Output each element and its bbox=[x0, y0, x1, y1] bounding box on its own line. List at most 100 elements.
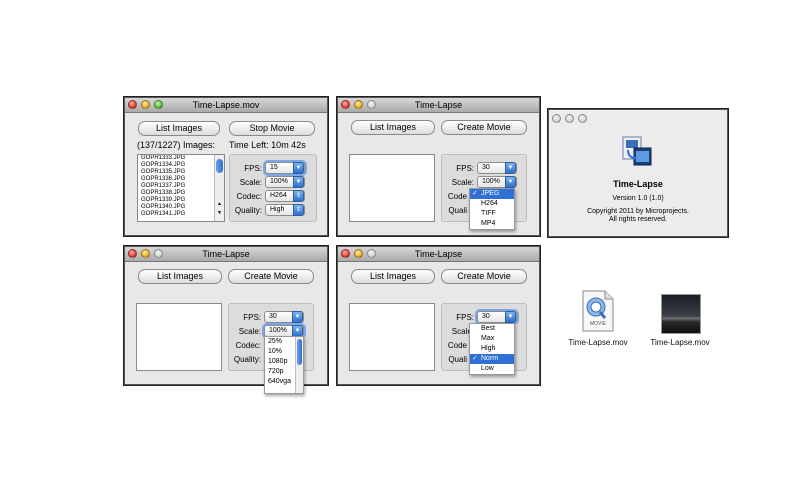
zoom-button[interactable] bbox=[367, 100, 376, 109]
list-images-button[interactable]: List Images bbox=[351, 120, 435, 135]
dropdown-arrow-icon: ▼ bbox=[292, 311, 303, 323]
create-movie-button[interactable]: Create Movie bbox=[441, 120, 527, 135]
stepper-arrows-icon: ⇕ bbox=[293, 204, 304, 216]
window-titlebar[interactable]: Time-Lapse bbox=[338, 98, 539, 113]
list-item[interactable]: GOPR1337.JPG bbox=[138, 183, 224, 190]
menu-item[interactable]: TIFF bbox=[470, 209, 514, 219]
movie-thumbnail-label[interactable]: Time-Lapse.mov bbox=[643, 338, 717, 347]
menu-item[interactable]: Best bbox=[470, 324, 514, 334]
list-item[interactable]: GOPR1340.JPG bbox=[138, 204, 224, 211]
minimize-button[interactable] bbox=[565, 114, 574, 123]
menu-item[interactable]: 640vga bbox=[265, 377, 303, 387]
scrollbar-thumb[interactable] bbox=[216, 159, 223, 173]
create-movie-button[interactable]: Create Movie bbox=[441, 269, 527, 284]
images-count-label: (137/1227) Images: bbox=[137, 140, 216, 150]
dropdown-arrow-icon: ▼ bbox=[505, 311, 516, 323]
stop-movie-button[interactable]: Stop Movie bbox=[229, 121, 315, 136]
movie-file-label[interactable]: Time-Lapse.mov bbox=[561, 338, 635, 347]
scale-dropdown-menu[interactable]: 25% 10% 1080p 720p 640vga bbox=[264, 336, 304, 394]
list-item[interactable]: GOPR1334.JPG bbox=[138, 162, 224, 169]
menu-item[interactable]: ✓ Norm bbox=[470, 354, 514, 364]
menu-item[interactable]: Max bbox=[470, 334, 514, 344]
minimize-button[interactable] bbox=[141, 100, 150, 109]
menu-item[interactable]: 720p bbox=[265, 367, 303, 377]
close-button[interactable] bbox=[128, 249, 137, 258]
menu-item[interactable]: 10% bbox=[265, 347, 303, 357]
scale-value: 100% bbox=[270, 178, 288, 185]
codec-label: Code bbox=[447, 341, 467, 350]
create-movie-button[interactable]: Create Movie bbox=[228, 269, 314, 284]
list-item[interactable]: GOPR1339.JPG bbox=[138, 197, 224, 204]
fps-label: FPS: bbox=[244, 164, 262, 173]
movie-thumbnail-icon[interactable] bbox=[661, 294, 701, 334]
minimize-button[interactable] bbox=[354, 249, 363, 258]
dropdown-arrow-icon: ▼ bbox=[293, 176, 304, 188]
image-preview-box bbox=[349, 303, 435, 371]
dropdown-arrow-icon: ▼ bbox=[293, 162, 304, 174]
menu-item[interactable]: High bbox=[470, 344, 514, 354]
list-images-button[interactable]: List Images bbox=[351, 269, 435, 284]
list-item[interactable]: GOPR1333.JPG bbox=[138, 155, 224, 162]
menu-item[interactable]: H264 bbox=[470, 199, 514, 209]
window-titlebar[interactable]: Time-Lapse bbox=[338, 247, 539, 262]
quality-select[interactable]: High ⇕ bbox=[265, 204, 305, 216]
minimize-button[interactable] bbox=[141, 249, 150, 258]
minimize-button[interactable] bbox=[354, 100, 363, 109]
close-button[interactable] bbox=[341, 100, 350, 109]
quality-label: Quality: bbox=[233, 355, 261, 364]
menu-item[interactable]: 1080p bbox=[265, 357, 303, 367]
scale-label: Scale: bbox=[239, 178, 262, 187]
fps-select[interactable]: 30 ▼ bbox=[264, 311, 304, 323]
window-time-lapse-quality-menu: Time-Lapse List Images Create Movie FPS:… bbox=[337, 246, 540, 385]
menu-item[interactable]: ✓ JPEG bbox=[470, 189, 514, 199]
quality-dropdown-menu[interactable]: Best Max High ✓ Norm Low bbox=[469, 323, 515, 375]
menu-item-label: JPEG bbox=[481, 190, 500, 197]
list-images-button[interactable]: List Images bbox=[138, 269, 222, 284]
list-item[interactable]: GOPR1335.JPG bbox=[138, 169, 224, 176]
menu-item[interactable]: 25% bbox=[265, 337, 303, 347]
scroll-up-arrow-icon[interactable]: ▲ bbox=[217, 201, 222, 207]
dropdown-arrow-icon: ▼ bbox=[505, 176, 516, 188]
zoom-button[interactable] bbox=[578, 114, 587, 123]
menu-item-label: Norm bbox=[481, 355, 499, 362]
scroll-down-arrow-icon[interactable]: ▼ bbox=[217, 210, 222, 216]
list-item[interactable]: GOPR1336.JPG bbox=[138, 176, 224, 183]
close-button[interactable] bbox=[128, 100, 137, 109]
image-file-list[interactable]: ▲ ▼ GOPR1333.JPG GOPR1334.JPG GOPR1335.JPG… bbox=[137, 154, 225, 222]
app-icon bbox=[622, 134, 652, 166]
scale-select[interactable]: 100% ▼ bbox=[477, 176, 517, 188]
menu-item-label: High bbox=[481, 345, 496, 352]
time-left-label: Time Left: 10m 42s bbox=[229, 140, 306, 150]
fps-value: 30 bbox=[482, 313, 490, 320]
zoom-button[interactable] bbox=[154, 249, 163, 258]
window-titlebar[interactable]: Time-Lapse bbox=[125, 247, 327, 262]
image-preview-box bbox=[349, 154, 435, 222]
codec-dropdown-menu[interactable]: ✓ JPEG H264 TIFF MP4 bbox=[469, 188, 515, 230]
stepper-arrows-icon: ⇕ bbox=[293, 190, 304, 202]
zoom-button[interactable] bbox=[154, 100, 163, 109]
zoom-button[interactable] bbox=[367, 249, 376, 258]
window-titlebar[interactable]: Time-Lapse.mov bbox=[125, 98, 327, 113]
file-list-scrollbar[interactable]: ▲ ▼ bbox=[214, 155, 224, 221]
list-item[interactable]: GOPR1338.JPG bbox=[138, 190, 224, 197]
scale-value: 100% bbox=[482, 178, 500, 185]
list-images-button[interactable]: List Images bbox=[138, 121, 220, 136]
menu-item[interactable]: Low bbox=[470, 364, 514, 374]
quality-label: Quali bbox=[448, 355, 467, 364]
movie-file-icon[interactable]: MOVIE bbox=[581, 290, 615, 332]
codec-label: Code bbox=[447, 192, 467, 201]
close-button[interactable] bbox=[341, 249, 350, 258]
fps-select[interactable]: 30 ▼ bbox=[477, 162, 517, 174]
scale-select[interactable]: 100% ▼ bbox=[265, 176, 305, 188]
fps-select[interactable]: 30 ▼ bbox=[477, 311, 517, 323]
checkmark-icon: ✓ bbox=[472, 190, 478, 197]
list-item[interactable]: GOPR1341.JPG bbox=[138, 211, 224, 218]
menu-item[interactable]: MP4 bbox=[470, 219, 514, 229]
fps-select[interactable]: 15 ▼ bbox=[265, 162, 305, 174]
fps-label: FPS: bbox=[456, 313, 474, 322]
fps-label: FPS: bbox=[456, 164, 474, 173]
close-button[interactable] bbox=[552, 114, 561, 123]
about-rights: All rights reserved. bbox=[609, 216, 667, 223]
dropdown-arrow-icon: ▼ bbox=[505, 162, 516, 174]
codec-select[interactable]: H264 ⇕ bbox=[265, 190, 305, 202]
